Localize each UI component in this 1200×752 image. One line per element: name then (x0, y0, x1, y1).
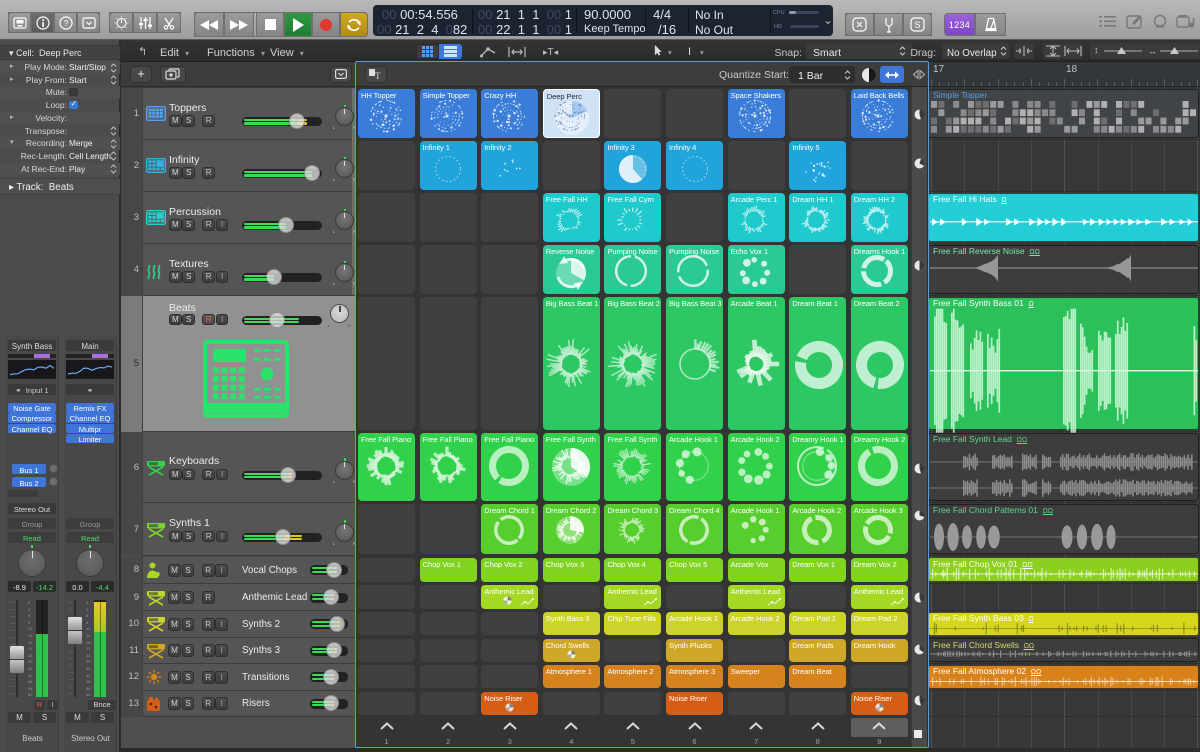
svg-text:T: T (375, 71, 381, 81)
svg-text:S: S (914, 20, 920, 30)
svg-text:?: ? (63, 18, 68, 28)
